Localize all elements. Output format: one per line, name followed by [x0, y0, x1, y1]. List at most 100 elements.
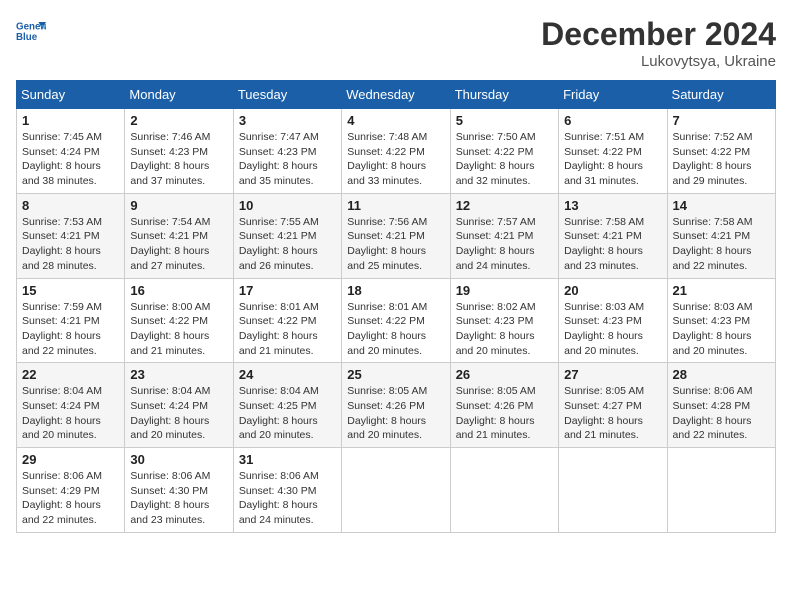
calendar-cell: 3Sunrise: 7:47 AMSunset: 4:23 PMDaylight… [233, 109, 341, 194]
calendar-cell: 21 Sunrise: 8:03 AMSunset: 4:23 PMDayligh… [667, 278, 775, 363]
calendar-cell: 12Sunrise: 7:57 AMSunset: 4:21 PMDayligh… [450, 193, 558, 278]
day-info: Sunrise: 7:54 AMSunset: 4:21 PMDaylight:… [130, 215, 227, 274]
day-info: Sunrise: 7:47 AMSunset: 4:23 PMDaylight:… [239, 130, 336, 189]
day-cell-content: 10 Sunrise: 7:55 AMSunset: 4:21 PMDayligh… [239, 198, 336, 274]
day-info: Sunrise: 8:05 AMSunset: 4:26 PMDaylight:… [456, 384, 553, 443]
day-cell-content: 31Sunrise: 8:06 AMSunset: 4:30 PMDayligh… [239, 452, 336, 528]
day-info: Sunrise: 8:04 AMSunset: 4:24 PMDaylight:… [130, 384, 227, 443]
location-subtitle: Lukovytsya, Ukraine [541, 53, 776, 70]
day-info: Sunrise: 7:58 AMSunset: 4:21 PMDaylight:… [673, 215, 770, 274]
day-of-week-header: Sunday [17, 81, 125, 109]
day-cell-content: 26Sunrise: 8:05 AMSunset: 4:26 PMDayligh… [456, 367, 553, 443]
calendar-cell [559, 448, 667, 533]
day-number: 19 [456, 283, 553, 298]
calendar-cell: 2 Sunrise: 7:46 AMSunset: 4:23 PMDaylight… [125, 109, 233, 194]
calendar-cell: 28 Sunrise: 8:06 AMSunset: 4:28 PMDayligh… [667, 363, 775, 448]
day-info: Sunrise: 8:04 AMSunset: 4:25 PMDaylight:… [239, 384, 336, 443]
day-info: Sunrise: 8:04 AMSunset: 4:24 PMDaylight:… [22, 384, 119, 443]
day-cell-content: 20Sunrise: 8:03 AMSunset: 4:23 PMDayligh… [564, 283, 661, 359]
day-info: Sunrise: 7:46 AMSunset: 4:23 PMDaylight:… [130, 130, 227, 189]
calendar-cell [667, 448, 775, 533]
day-info: Sunrise: 8:06 AMSunset: 4:28 PMDaylight:… [673, 384, 770, 443]
calendar-cell [342, 448, 450, 533]
calendar-cell: 6 Sunrise: 7:51 AMSunset: 4:22 PMDaylight… [559, 109, 667, 194]
day-number: 13 [564, 198, 661, 213]
calendar-cell: 16Sunrise: 8:00 AMSunset: 4:22 PMDayligh… [125, 278, 233, 363]
day-cell-content: 11 Sunrise: 7:56 AMSunset: 4:21 PMDayligh… [347, 198, 444, 274]
day-number: 2 [130, 113, 227, 128]
calendar-cell: 9 Sunrise: 7:54 AMSunset: 4:21 PMDaylight… [125, 193, 233, 278]
day-of-week-header: Wednesday [342, 81, 450, 109]
calendar-week-row: 1Sunrise: 7:45 AMSunset: 4:24 PMDaylight… [17, 109, 776, 194]
calendar-cell: 17Sunrise: 8:01 AMSunset: 4:22 PMDayligh… [233, 278, 341, 363]
day-cell-content: 5 Sunrise: 7:50 AMSunset: 4:22 PMDaylight… [456, 113, 553, 189]
calendar-cell: 19 Sunrise: 8:02 AMSunset: 4:23 PMDayligh… [450, 278, 558, 363]
calendar-cell: 7Sunrise: 7:52 AMSunset: 4:22 PMDaylight… [667, 109, 775, 194]
calendar-cell: 15 Sunrise: 7:59 AMSunset: 4:21 PMDayligh… [17, 278, 125, 363]
calendar-cell: 24Sunrise: 8:04 AMSunset: 4:25 PMDayligh… [233, 363, 341, 448]
calendar-cell: 22 Sunrise: 8:04 AMSunset: 4:24 PMDayligh… [17, 363, 125, 448]
day-of-week-header: Friday [559, 81, 667, 109]
day-info: Sunrise: 8:05 AMSunset: 4:26 PMDaylight:… [347, 384, 444, 443]
day-number: 5 [456, 113, 553, 128]
calendar-cell: 4Sunrise: 7:48 AMSunset: 4:22 PMDaylight… [342, 109, 450, 194]
calendar-cell: 26Sunrise: 8:05 AMSunset: 4:26 PMDayligh… [450, 363, 558, 448]
day-number: 6 [564, 113, 661, 128]
day-of-week-header: Tuesday [233, 81, 341, 109]
day-cell-content: 1Sunrise: 7:45 AMSunset: 4:24 PMDaylight… [22, 113, 119, 189]
day-number: 25 [347, 367, 444, 382]
day-info: Sunrise: 8:01 AMSunset: 4:22 PMDaylight:… [239, 300, 336, 359]
day-of-week-header: Saturday [667, 81, 775, 109]
day-number: 7 [673, 113, 770, 128]
calendar-cell: 8 Sunrise: 7:53 AMSunset: 4:21 PMDaylight… [17, 193, 125, 278]
day-cell-content: 27Sunrise: 8:05 AMSunset: 4:27 PMDayligh… [564, 367, 661, 443]
day-cell-content: 8 Sunrise: 7:53 AMSunset: 4:21 PMDaylight… [22, 198, 119, 274]
day-info: Sunrise: 8:02 AMSunset: 4:23 PMDaylight:… [456, 300, 553, 359]
calendar-cell: 13Sunrise: 7:58 AMSunset: 4:21 PMDayligh… [559, 193, 667, 278]
day-number: 10 [239, 198, 336, 213]
day-info: Sunrise: 7:56 AMSunset: 4:21 PMDaylight:… [347, 215, 444, 274]
page-header: General Blue December 2024 Lukovytsya, U… [16, 16, 776, 70]
month-title: December 2024 [541, 16, 776, 53]
calendar-cell: 30Sunrise: 8:06 AMSunset: 4:30 PMDayligh… [125, 448, 233, 533]
day-number: 11 [347, 198, 444, 213]
day-info: Sunrise: 8:06 AMSunset: 4:30 PMDaylight:… [130, 469, 227, 528]
day-number: 23 [130, 367, 227, 382]
day-number: 16 [130, 283, 227, 298]
day-info: Sunrise: 8:03 AMSunset: 4:23 PMDaylight:… [673, 300, 770, 359]
calendar-cell [450, 448, 558, 533]
calendar-cell: 1Sunrise: 7:45 AMSunset: 4:24 PMDaylight… [17, 109, 125, 194]
day-number: 28 [673, 367, 770, 382]
day-cell-content: 16Sunrise: 8:00 AMSunset: 4:22 PMDayligh… [130, 283, 227, 359]
day-cell-content: 4Sunrise: 7:48 AMSunset: 4:22 PMDaylight… [347, 113, 444, 189]
logo: General Blue [16, 16, 46, 46]
day-cell-content: 3Sunrise: 7:47 AMSunset: 4:23 PMDaylight… [239, 113, 336, 189]
day-info: Sunrise: 7:51 AMSunset: 4:22 PMDaylight:… [564, 130, 661, 189]
day-info: Sunrise: 7:53 AMSunset: 4:21 PMDaylight:… [22, 215, 119, 274]
day-cell-content: 22 Sunrise: 8:04 AMSunset: 4:24 PMDayligh… [22, 367, 119, 443]
day-info: Sunrise: 7:55 AMSunset: 4:21 PMDaylight:… [239, 215, 336, 274]
day-cell-content: 12Sunrise: 7:57 AMSunset: 4:21 PMDayligh… [456, 198, 553, 274]
day-info: Sunrise: 8:03 AMSunset: 4:23 PMDaylight:… [564, 300, 661, 359]
day-number: 12 [456, 198, 553, 213]
day-info: Sunrise: 7:50 AMSunset: 4:22 PMDaylight:… [456, 130, 553, 189]
day-cell-content: 7Sunrise: 7:52 AMSunset: 4:22 PMDaylight… [673, 113, 770, 189]
calendar-week-row: 29Sunrise: 8:06 AMSunset: 4:29 PMDayligh… [17, 448, 776, 533]
day-cell-content: 2 Sunrise: 7:46 AMSunset: 4:23 PMDaylight… [130, 113, 227, 189]
day-cell-content: 9 Sunrise: 7:54 AMSunset: 4:21 PMDaylight… [130, 198, 227, 274]
day-number: 8 [22, 198, 119, 213]
day-info: Sunrise: 7:59 AMSunset: 4:21 PMDaylight:… [22, 300, 119, 359]
day-number: 22 [22, 367, 119, 382]
logo-icon: General Blue [16, 16, 46, 46]
calendar-cell: 25 Sunrise: 8:05 AMSunset: 4:26 PMDayligh… [342, 363, 450, 448]
day-number: 9 [130, 198, 227, 213]
day-number: 21 [673, 283, 770, 298]
calendar-cell: 11 Sunrise: 7:56 AMSunset: 4:21 PMDayligh… [342, 193, 450, 278]
day-number: 31 [239, 452, 336, 467]
calendar-week-row: 8 Sunrise: 7:53 AMSunset: 4:21 PMDaylight… [17, 193, 776, 278]
calendar-cell: 23 Sunrise: 8:04 AMSunset: 4:24 PMDayligh… [125, 363, 233, 448]
day-number: 15 [22, 283, 119, 298]
day-cell-content: 15 Sunrise: 7:59 AMSunset: 4:21 PMDayligh… [22, 283, 119, 359]
day-cell-content: 29Sunrise: 8:06 AMSunset: 4:29 PMDayligh… [22, 452, 119, 528]
calendar-cell: 18Sunrise: 8:01 AMSunset: 4:22 PMDayligh… [342, 278, 450, 363]
